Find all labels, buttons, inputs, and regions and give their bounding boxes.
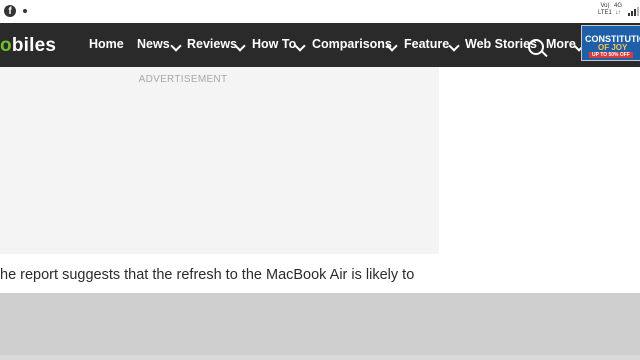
logo-text: biles: [11, 35, 57, 56]
article-paragraph: he report suggests that the refresh to t…: [0, 267, 415, 283]
nav-item-more[interactable]: More: [546, 37, 576, 51]
feature-chevron-down-icon[interactable]: [448, 40, 460, 52]
site-logo[interactable]: obiles: [0, 35, 57, 56]
network-top: Vo): [600, 3, 610, 9]
promo-offer: UP TO 50% OFF: [589, 52, 633, 58]
network-arrows: ↓↑: [615, 10, 621, 16]
nav-item-feature[interactable]: Feature: [404, 37, 449, 51]
network-indicator: Vo) LTE1: [598, 3, 612, 17]
bottom-ad-band: [0, 293, 640, 355]
site-navbar: obiles Home News Reviews How To Comparis…: [0, 23, 640, 67]
news-chevron-down-icon[interactable]: [170, 40, 182, 52]
advertisement-label: ADVERTISEMENT: [138, 74, 228, 85]
nav-item-comparisons[interactable]: Comparisons: [312, 37, 392, 51]
nav-item-reviews[interactable]: Reviews: [187, 37, 237, 51]
logo-accent: o: [0, 35, 12, 56]
search-icon[interactable]: [528, 39, 544, 55]
nav-item-news[interactable]: News: [137, 37, 170, 51]
facebook-icon: f: [4, 5, 16, 17]
network-type-indicator: 4G ↓↑: [614, 3, 622, 17]
bottom-edge: [0, 355, 640, 360]
notification-dot-icon: [23, 9, 27, 13]
status-bar: f Vo) LTE1 4G ↓↑: [0, 0, 640, 23]
promo-line2: OF JOY: [598, 43, 628, 52]
nav-item-how-to[interactable]: How To: [252, 37, 296, 51]
promo-banner-ad[interactable]: CONSTITUTION OF JOY UP TO 50% OFF: [581, 25, 640, 61]
nav-item-web-stories[interactable]: Web Stories: [465, 37, 537, 51]
nav-item-home[interactable]: Home: [89, 37, 124, 51]
network-bottom: LTE1: [598, 10, 612, 16]
advertisement-slot[interactable]: ADVERTISEMENT: [0, 67, 439, 254]
signal-icon: [628, 6, 639, 16]
network-type: 4G: [614, 3, 623, 9]
